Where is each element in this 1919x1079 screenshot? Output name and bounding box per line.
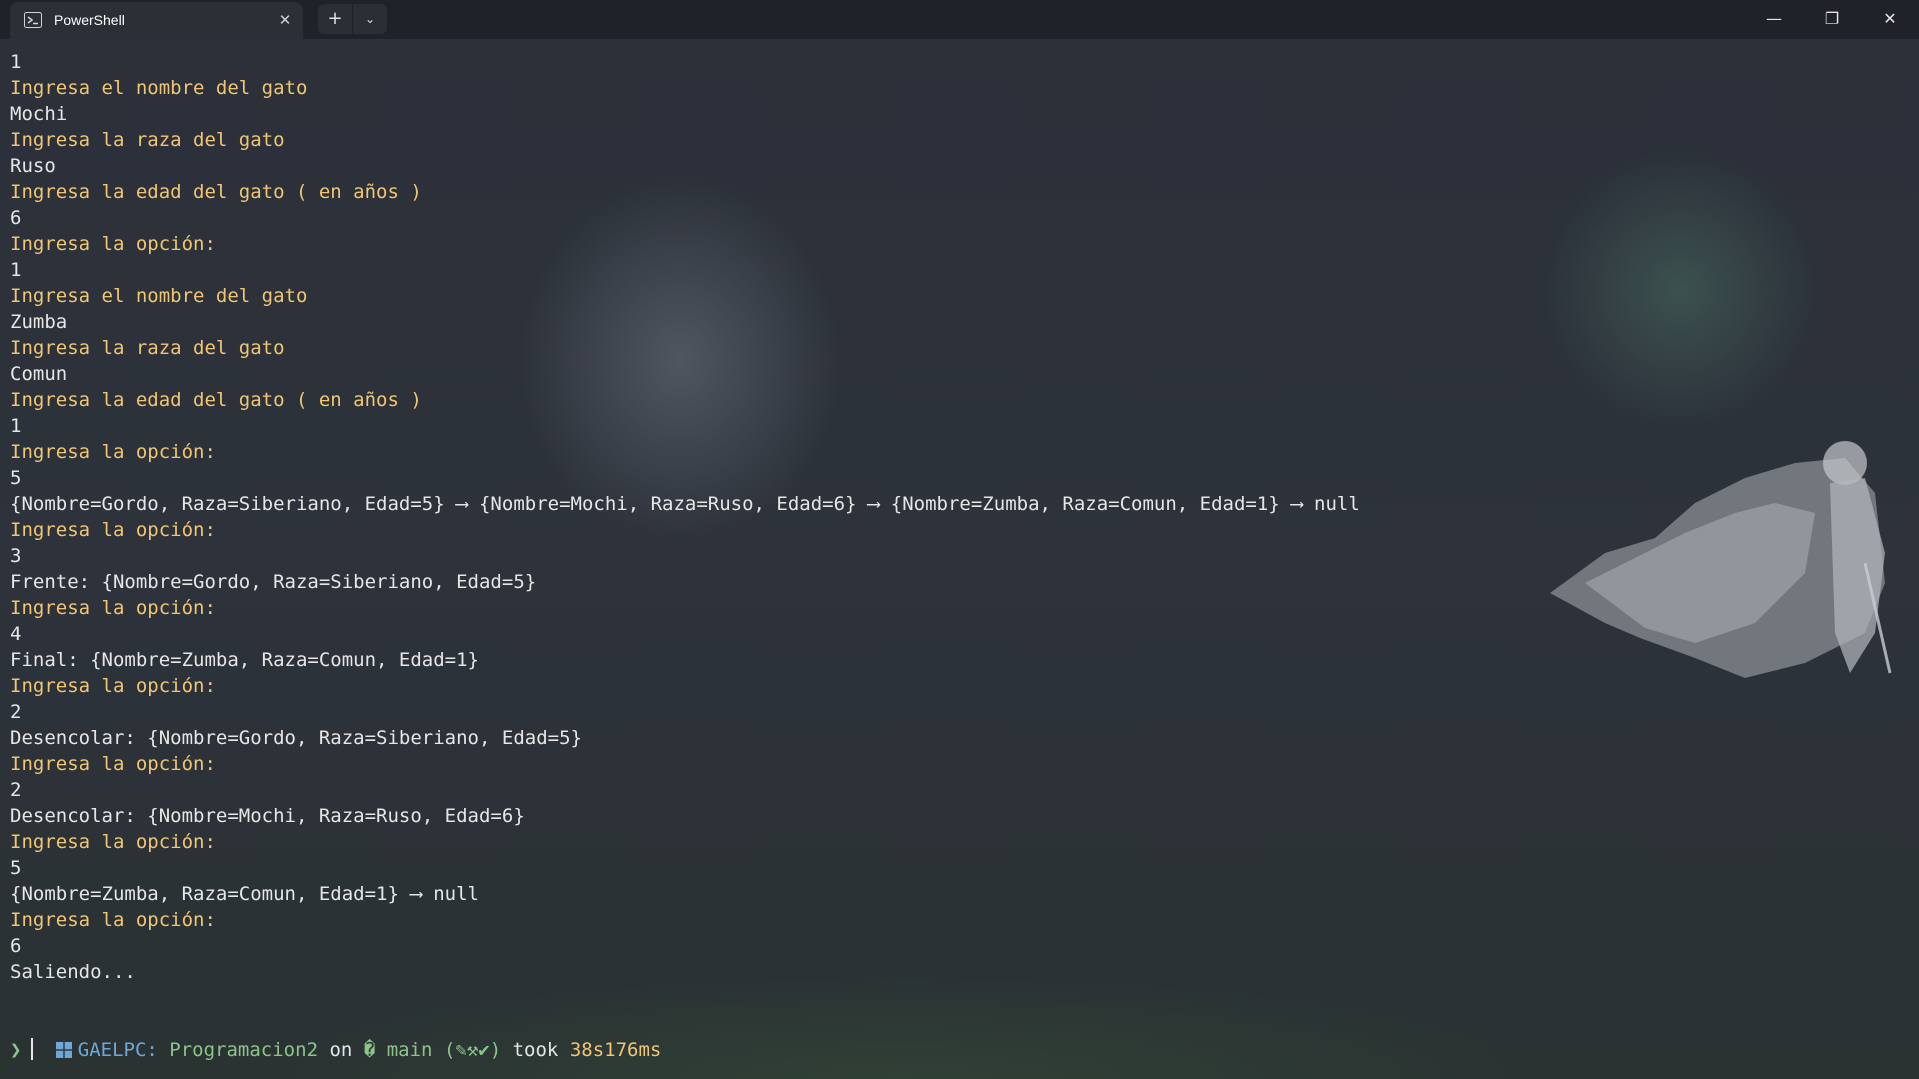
terminal-output-line: 1 <box>10 51 22 73</box>
terminal-prompt-line: Ingresa la opción: <box>10 831 216 853</box>
terminal-prompt-line: Ingresa la opción: <box>10 441 216 463</box>
terminal-output-line: 5 <box>10 467 22 489</box>
terminal-prompt-line: Ingresa la opción: <box>10 519 216 541</box>
terminal-output-line: {Nombre=Gordo, Raza=Siberiano, Edad=5} ⟶… <box>10 493 1360 515</box>
terminal-output-line: 1 <box>10 259 22 281</box>
terminal-output-line: Final: {Nombre=Zumba, Raza=Comun, Edad=1… <box>10 649 479 671</box>
chevron-down-icon[interactable]: ⌄ <box>353 4 387 34</box>
terminal-prompt-line: Ingresa el nombre del gato <box>10 285 308 307</box>
terminal-output-line: 6 <box>10 207 22 229</box>
terminal-output-line: Ruso <box>10 155 56 177</box>
terminal-output-line: Mochi <box>10 103 68 125</box>
current-directory: Programacion2 <box>169 1039 319 1061</box>
terminal-window: PowerShell ✕ + ⌄ — ❐ ✕ 1 Ingresa el nombr… <box>0 0 1919 1079</box>
minimize-button[interactable]: — <box>1745 0 1803 39</box>
tab-close-icon[interactable]: ✕ <box>276 11 294 29</box>
input-prompt[interactable]: ❯ <box>10 1037 34 1063</box>
close-window-button[interactable]: ✕ <box>1861 0 1919 39</box>
restore-button[interactable]: ❐ <box>1803 0 1861 39</box>
text-cursor <box>31 1038 34 1060</box>
terminal-prompt-line: Ingresa la opción: <box>10 675 216 697</box>
command-duration: 38s176ms <box>569 1039 662 1061</box>
on-label: on <box>329 1039 353 1061</box>
terminal-output-line: 6 <box>10 935 22 957</box>
terminal-output-line: {Nombre=Zumba, Raza=Comun, Edad=1} ⟶ nul… <box>10 883 479 905</box>
terminal-output-line: 5 <box>10 857 22 879</box>
terminal-prompt-line: Ingresa la raza del gato <box>10 129 285 151</box>
powershell-icon <box>24 12 42 28</box>
terminal-output-line: 2 <box>10 779 22 801</box>
took-label: took <box>512 1039 559 1061</box>
terminal-output-line: 2 <box>10 701 22 723</box>
tab-title: PowerShell <box>54 12 125 28</box>
prompt-symbol: ❯ <box>10 1039 22 1061</box>
terminal-output-line: 4 <box>10 623 22 645</box>
terminal-prompt-line: Ingresa la edad del gato ( en años ) <box>10 389 422 411</box>
hostname: GAELPC: <box>77 1039 158 1061</box>
git-branch: main <box>386 1039 433 1061</box>
git-status-icons: (✎⚒✔) <box>443 1039 502 1061</box>
terminal-prompt-line: Ingresa el nombre del gato <box>10 77 308 99</box>
terminal-prompt-line: Ingresa la opción: <box>10 909 216 931</box>
tab-powershell[interactable]: PowerShell ✕ <box>10 2 303 39</box>
terminal-output[interactable]: 1 Ingresa el nombre del gato Mochi Ingresa … <box>10 49 1890 1049</box>
terminal-prompt-line: Ingresa la opción: <box>10 233 216 255</box>
git-branch-icon: � <box>363 1039 376 1061</box>
terminal-output-line: Zumba <box>10 311 68 333</box>
terminal-prompt-line: Ingresa la opción: <box>10 597 216 619</box>
terminal-output-line: Desencolar: {Nombre=Gordo, Raza=Siberian… <box>10 727 582 749</box>
new-tab-button[interactable]: + <box>318 4 352 34</box>
terminal-prompt-line: Ingresa la edad del gato ( en años ) <box>10 181 422 203</box>
terminal-prompt-line: Ingresa la raza del gato <box>10 337 285 359</box>
terminal-output-line: Frente: {Nombre=Gordo, Raza=Siberiano, E… <box>10 571 537 593</box>
terminal-prompt-line: Ingresa la opción: <box>10 753 216 775</box>
terminal-output-line: 1 <box>10 415 22 437</box>
prompt-status-line: GAELPC: Programacion2 on � main (✎⚒✔) to… <box>10 1011 661 1061</box>
terminal-output-line: Desencolar: {Nombre=Mochi, Raza=Ruso, Ed… <box>10 805 525 827</box>
windows-icon <box>55 1042 72 1058</box>
terminal-output-line: Comun <box>10 363 68 385</box>
title-bar: PowerShell ✕ + ⌄ — ❐ ✕ <box>0 0 1919 39</box>
terminal-output-line: Saliendo... <box>10 961 136 983</box>
terminal-output-line: 3 <box>10 545 22 567</box>
